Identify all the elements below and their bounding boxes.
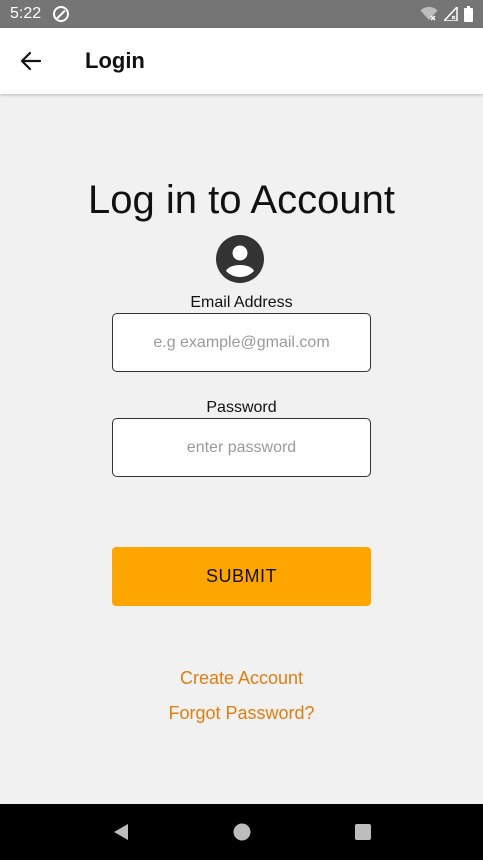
account-circle-icon [216, 235, 264, 283]
status-icons [420, 6, 473, 22]
submit-button[interactable]: SUBMIT [112, 547, 371, 606]
status-bar: 5:22 [0, 0, 483, 28]
status-time: 5:22 [10, 5, 42, 22]
nav-home-button[interactable] [222, 812, 262, 852]
arrow-left-icon [20, 51, 42, 71]
signal-icon [444, 7, 458, 21]
battery-icon [464, 6, 473, 22]
home-circle-icon [233, 823, 250, 841]
app-notification-icon [53, 6, 70, 22]
system-nav-bar [0, 804, 483, 860]
email-label: Email Address [190, 294, 293, 311]
nav-recents-button[interactable] [343, 812, 383, 852]
create-account-link[interactable]: Create Account [0, 668, 483, 689]
wifi-icon [420, 7, 438, 21]
forgot-password-link[interactable]: Forgot Password? [0, 703, 483, 724]
back-triangle-icon [113, 824, 128, 840]
app-bar: Login [0, 28, 483, 94]
page-title: Log in to Account [88, 178, 395, 222]
recents-square-icon [354, 824, 371, 840]
password-field[interactable] [112, 418, 371, 477]
app-bar-title: Login [85, 48, 145, 73]
password-label: Password [206, 399, 277, 416]
back-button[interactable] [11, 41, 51, 81]
login-form: Log in to Account Email Address Password… [0, 94, 483, 804]
nav-back-button[interactable] [101, 812, 141, 852]
email-field[interactable] [112, 313, 371, 372]
